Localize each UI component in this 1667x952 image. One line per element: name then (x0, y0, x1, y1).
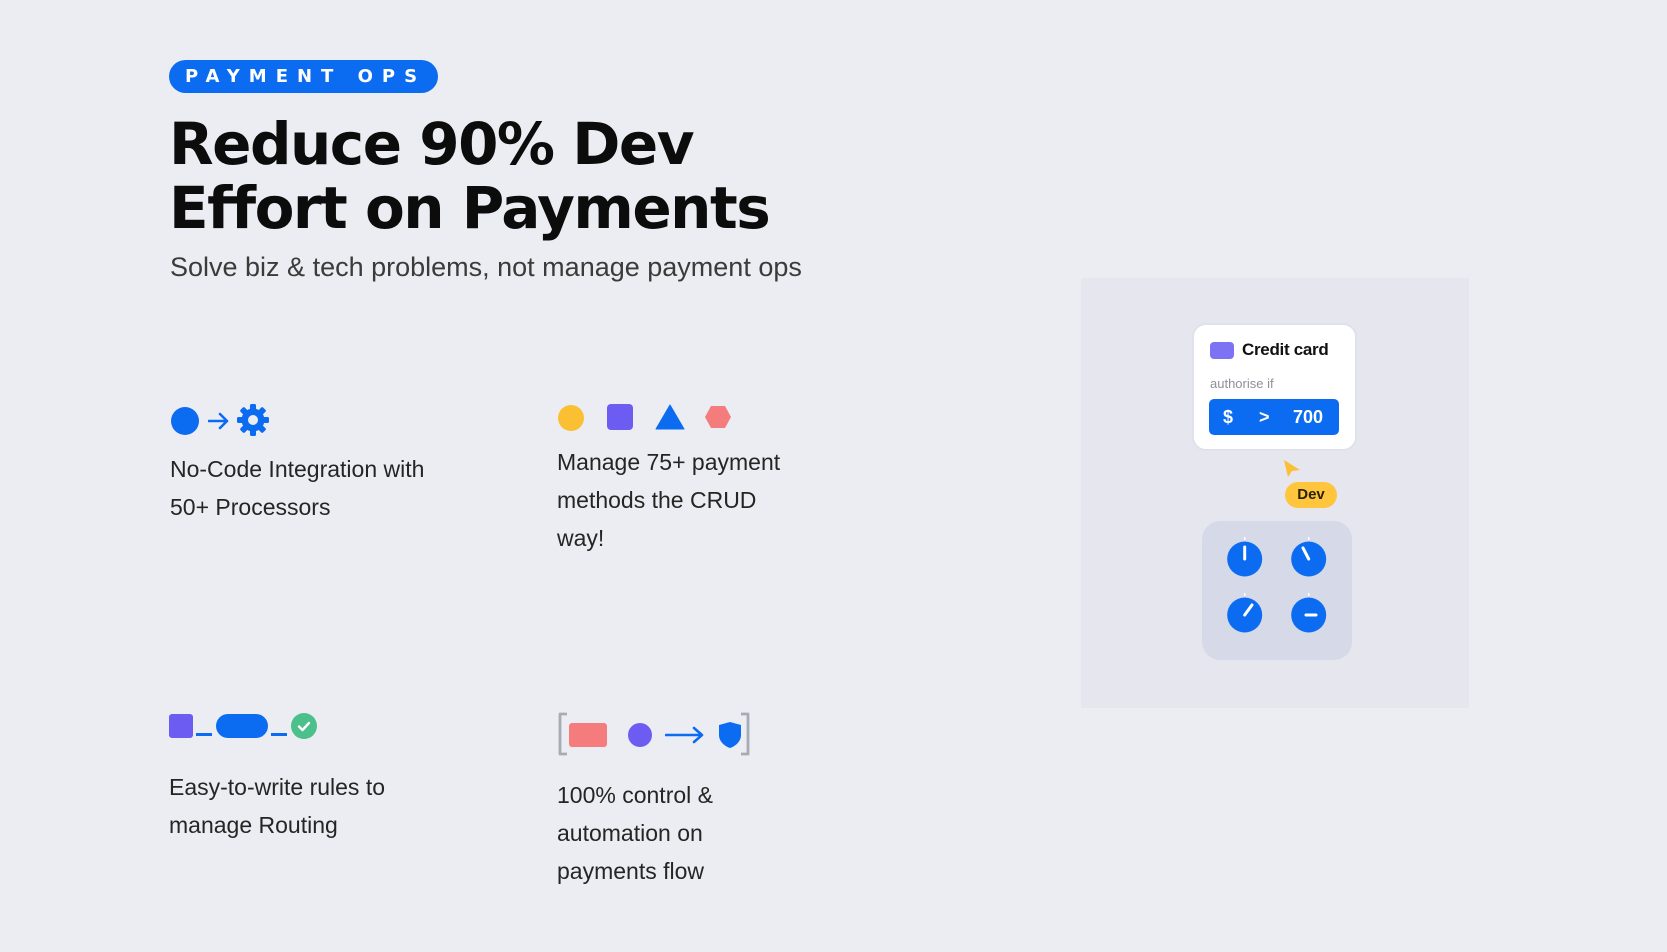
square-icon (169, 714, 193, 743)
feature-line: payments flow (557, 858, 705, 884)
feature-payments-flow: 100% control & automation on payments fl… (557, 712, 857, 890)
feature-text: No-Code Integration with 50+ Processors (170, 450, 500, 526)
card-icon (569, 723, 607, 752)
knob-icon (1291, 593, 1327, 633)
circle-icon (627, 722, 653, 753)
rule-operator: > (1259, 407, 1270, 427)
feature-line: methods the CRUD (557, 487, 757, 513)
cursor-icon (1282, 458, 1302, 483)
feature-line: way! (557, 525, 605, 551)
arrow-right-icon (207, 411, 230, 436)
rule-currency: $ (1223, 407, 1234, 427)
bracket-icon (557, 712, 569, 761)
circle-icon (557, 404, 585, 437)
feature-text: 100% control & automation on payments fl… (557, 776, 857, 890)
feature-icons (557, 712, 857, 758)
feature-routing-rules: Easy-to-write rules to manage Routing (169, 712, 499, 844)
page-subtitle: Solve biz & tech problems, not manage pa… (170, 252, 802, 282)
arrow-right-icon (664, 725, 705, 750)
illustration-panel: Credit card authorise if $ > 700 Dev (1081, 278, 1469, 708)
feature-line: Manage 75+ payment (557, 449, 781, 475)
page: PAYMENT OPS Reduce 90% Dev Effort on Pay… (0, 0, 1667, 952)
triangle-icon (655, 404, 685, 435)
title-line-2: Effort on Payments (169, 174, 771, 242)
rule-value: 700 (1293, 407, 1324, 427)
hexagon-icon (704, 405, 732, 434)
square-icon (607, 404, 633, 435)
feature-icons (169, 712, 499, 752)
card-title: Credit card (1242, 340, 1329, 359)
feature-payment-methods: Manage 75+ payment methods the CRUD way! (557, 400, 857, 557)
check-circle-icon (291, 713, 317, 744)
knob-icon (1227, 593, 1263, 633)
feature-line: 50+ Processors (170, 494, 331, 520)
knobs-graphic (1227, 537, 1327, 633)
feature-line: 100% control & (557, 782, 713, 808)
feature-no-code-integration: No-Code Integration with 50+ Processors (170, 400, 500, 526)
knob-icon (1291, 537, 1327, 577)
gear-icon (236, 403, 270, 442)
bracket-icon (739, 712, 751, 761)
feature-text: Easy-to-write rules to manage Routing (169, 768, 499, 844)
control-knobs-panel (1202, 521, 1352, 660)
dev-user-tag: Dev (1285, 482, 1337, 508)
section-badge: PAYMENT OPS (169, 60, 439, 93)
feature-icons (170, 400, 500, 440)
knob-icon (1227, 537, 1263, 577)
credit-card-rule-card: Credit card authorise if $ > 700 (1192, 323, 1357, 451)
feature-line: manage Routing (169, 812, 338, 838)
pill-icon (216, 714, 268, 743)
circle-icon (170, 406, 200, 441)
rule-condition: $ > 700 (1209, 399, 1339, 435)
feature-icons (557, 400, 857, 440)
feature-text: Manage 75+ payment methods the CRUD way! (557, 443, 857, 557)
page-title: Reduce 90% Dev Effort on Payments (169, 112, 929, 240)
title-line-1: Reduce 90% Dev (169, 110, 695, 178)
connector-line (271, 724, 287, 742)
feature-line: automation on (557, 820, 703, 846)
credit-card-icon (1210, 342, 1234, 359)
feature-line: No-Code Integration with (170, 456, 425, 482)
feature-line: Easy-to-write rules to (169, 774, 386, 800)
connector-line (196, 724, 212, 742)
card-subtitle: authorise if (1210, 376, 1274, 391)
